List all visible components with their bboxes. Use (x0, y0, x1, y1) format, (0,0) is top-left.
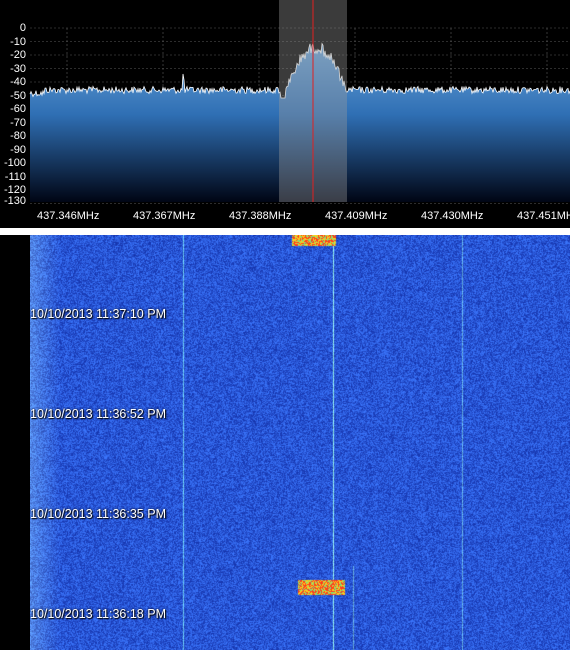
waterfall-panel[interactable]: 10/10/2013 11:37:10 PM 10/10/2013 11:36:… (0, 235, 570, 650)
waterfall-timestamp: 10/10/2013 11:36:52 PM (30, 407, 166, 421)
y-axis-label-110: -110 (4, 171, 26, 183)
y-axis-label-100: -100 (3, 157, 26, 169)
waterfall-timestamp: 10/10/2013 11:36:35 PM (30, 507, 166, 521)
y-axis-label-90: -90 (10, 144, 26, 156)
x-axis-label-437409: 437.409MHz (325, 210, 388, 222)
x-axis-label-437346: 437.346MHz (37, 210, 100, 222)
panel-splitter[interactable] (0, 228, 570, 235)
y-axis-label-50: -50 (10, 90, 26, 102)
y-axis-label-70: -70 (10, 117, 26, 129)
waterfall-timestamp: 10/10/2013 11:37:10 PM (30, 307, 166, 321)
y-axis-label-40: -40 (10, 76, 26, 88)
waterfall-timestamp: 10/10/2013 11:36:18 PM (30, 607, 166, 621)
y-axis-label-0: 0 (19, 22, 26, 34)
x-axis-label-437430: 437.430MHz (421, 210, 484, 222)
y-axis-label-60: -60 (10, 103, 26, 115)
y-axis-label-20: -20 (10, 49, 26, 61)
y-axis-label-30: -30 (10, 63, 26, 75)
y-axis-label-130: -130 (3, 195, 26, 207)
spectrum-panel[interactable]: 0 -10 -20 -30 -40 -50 -60 -70 -80 -90 -1… (0, 0, 570, 228)
waterfall-display[interactable] (30, 235, 570, 650)
x-axis-label-437367: 437.367MHz (133, 210, 196, 222)
spectrum-plot[interactable] (0, 0, 570, 228)
y-axis-label-80: -80 (10, 130, 26, 142)
x-axis-label-437388: 437.388MHz (229, 210, 292, 222)
x-axis-label-437451: 437.451MHz (517, 210, 570, 222)
y-axis-label-10: -10 (10, 36, 26, 48)
